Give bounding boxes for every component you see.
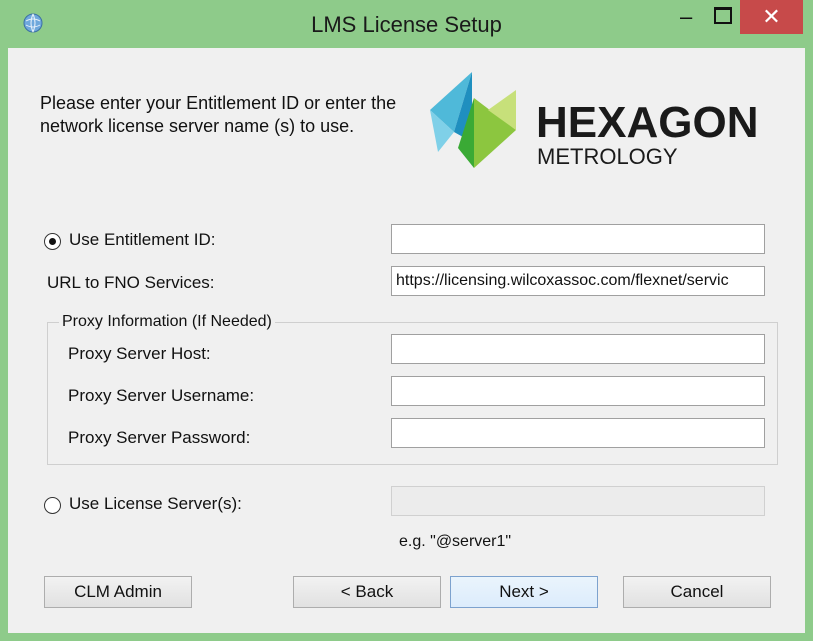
title-bar[interactable]: LMS License Setup – ✕ (0, 0, 813, 48)
clm-admin-button[interactable]: CLM Admin (44, 576, 192, 608)
use-license-server-radio[interactable] (44, 497, 61, 514)
proxy-group-legend: Proxy Information (If Needed) (59, 313, 275, 331)
proxy-username-input[interactable] (391, 376, 765, 406)
fno-url-label: URL to FNO Services: (47, 273, 215, 292)
entitlement-id-input[interactable] (391, 224, 765, 254)
fno-url-input[interactable]: https://licensing.wilcoxassoc.com/flexne… (391, 266, 765, 296)
license-server-input[interactable] (391, 486, 765, 516)
use-license-server-label[interactable]: Use License Server(s): (69, 494, 242, 514)
brand-name: HEXAGON (536, 98, 759, 147)
proxy-username-label: Proxy Server Username: (68, 386, 255, 405)
intro-text: Please enter your Entitlement ID or ente… (40, 93, 397, 136)
brand-subtitle: METROLOGY (537, 144, 678, 169)
license-server-hint: e.g. "@server1" (399, 533, 512, 550)
proxy-host-label: Proxy Server Host: (68, 344, 211, 363)
cancel-button[interactable]: Cancel (623, 576, 771, 608)
maximize-button[interactable] (706, 0, 740, 34)
radio-selected-dot (49, 238, 56, 245)
proxy-password-input[interactable] (391, 418, 765, 448)
hexagon-logo-icon (430, 72, 516, 168)
use-entitlement-radio[interactable] (44, 233, 61, 250)
use-entitlement-label[interactable]: Use Entitlement ID: (69, 230, 215, 250)
minimize-icon: – (680, 4, 693, 29)
lms-license-setup-window: LMS License Setup – ✕ Please enter your … (0, 0, 813, 641)
proxy-host-input[interactable] (391, 334, 765, 364)
close-icon: ✕ (762, 4, 781, 29)
maximize-icon (714, 7, 732, 24)
next-button[interactable]: Next > (450, 576, 598, 608)
close-button[interactable]: ✕ (740, 0, 803, 34)
proxy-password-label: Proxy Server Password: (68, 428, 251, 447)
back-button[interactable]: < Back (293, 576, 441, 608)
minimize-button[interactable]: – (660, 0, 706, 34)
